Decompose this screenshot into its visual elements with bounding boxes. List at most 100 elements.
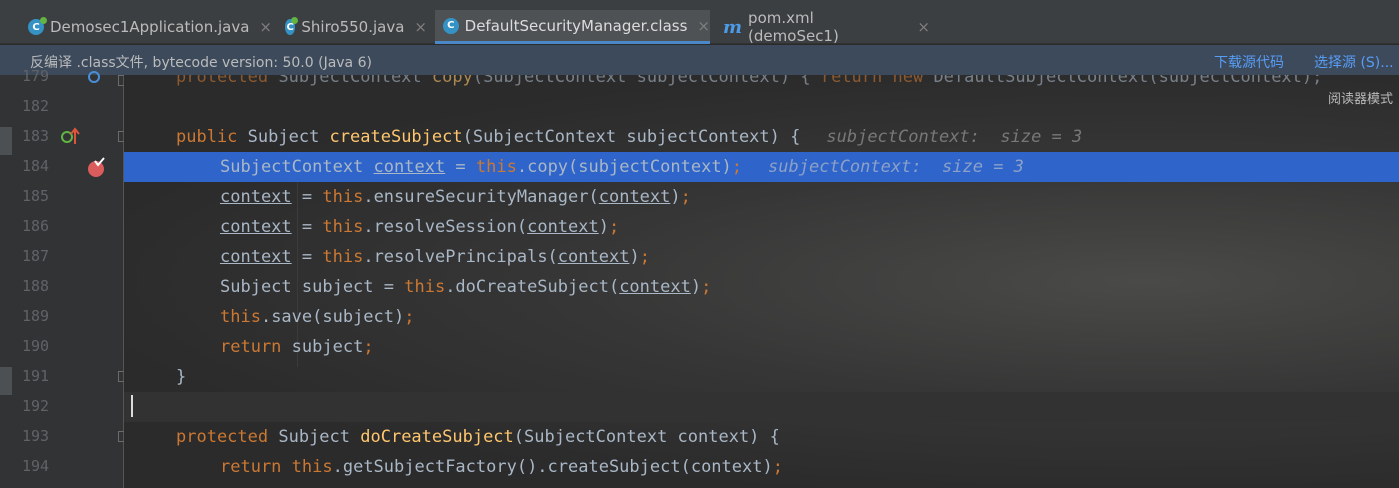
code-line-190: return subject; (124, 332, 1399, 362)
gutter-marker (0, 367, 12, 395)
code-token: return (220, 457, 292, 477)
code-token: = (291, 187, 323, 207)
code-line-192-current (124, 392, 1399, 422)
tab-defaultsecuritymanager[interactable]: C DefaultSecurityManager.class × (435, 10, 710, 44)
code-token: doCreateSubject (360, 427, 514, 447)
line-number: 194 (22, 457, 50, 475)
close-icon[interactable]: × (917, 18, 930, 36)
code-token: Subject subject = (220, 277, 405, 297)
tab-shiro550[interactable]: C Shiro550.java × (277, 10, 427, 44)
code-token: .copy(subjectContext) (516, 157, 732, 177)
code-line-186: context = this.resolveSession(context); (124, 212, 1399, 242)
code-token: (SubjectContext subjectContext) { (462, 127, 801, 147)
code-line-187: context = this.resolvePrincipals(context… (124, 242, 1399, 272)
breakpoint-icon[interactable] (86, 157, 108, 179)
class-icon: C (443, 17, 459, 34)
close-icon[interactable]: × (697, 17, 710, 35)
code-token: .ensureSecurityManager( (363, 187, 599, 207)
tab-demosec1application[interactable]: C Demosec1Application.java × (20, 10, 272, 44)
code-token: ; (772, 457, 783, 477)
code-token: .resolvePrincipals( (363, 247, 558, 267)
code-line-183: public Subject createSubject(SubjectCont… (124, 122, 1399, 152)
code-token: SubjectContext (220, 157, 374, 177)
choose-sources-link[interactable]: 选择源 (S)... (1314, 52, 1394, 72)
code-token: ) (598, 217, 609, 237)
code-token: = (291, 217, 323, 237)
code-token: return new (820, 75, 934, 87)
code-token: ; (639, 247, 650, 267)
code-token: ; (701, 277, 712, 297)
code-token: ) (629, 247, 640, 267)
class-spring-icon: C (285, 17, 299, 35)
line-number: 187 (22, 247, 50, 265)
code-token: SubjectContext (278, 75, 432, 87)
code-line-179: protected SubjectContext copy(SubjectCon… (124, 75, 1399, 92)
code-token: context (527, 217, 599, 237)
download-sources-link[interactable]: 下载源代码 (1214, 52, 1284, 72)
override-marker-icon[interactable] (86, 71, 108, 85)
tab-label: pom.xml (demoSec1) (748, 9, 839, 45)
code-token: context (220, 247, 292, 267)
code-token: context (373, 157, 446, 177)
code-token: ; (363, 337, 374, 357)
code-token: } (176, 367, 187, 387)
code-editor[interactable]: protected SubjectContext copy(SubjectCon… (124, 75, 1399, 488)
tab-pom-xml[interactable]: m pom.xml (demoSec1) × (715, 9, 930, 45)
code-token: ) (670, 187, 681, 207)
line-number: 185 (22, 187, 50, 205)
code-token: protected (176, 427, 279, 447)
code-token: context (598, 187, 671, 207)
code-token: .save(subject) (260, 307, 405, 327)
code-token: protected (176, 75, 279, 87)
debug-inline-value: subjectContext: size = 3 (826, 127, 1083, 147)
implements-override-icon[interactable] (60, 127, 82, 147)
tab-label: Demosec1Application.java (50, 18, 250, 36)
code-token: Subject (247, 127, 330, 147)
code-token: .resolveSession( (363, 217, 528, 237)
code-token: = (445, 157, 476, 177)
tab-label: DefaultSecurityManager.class (464, 16, 688, 35)
code-token: .getSubjectFactory().createSubject(conte… (332, 457, 773, 477)
debug-inline-value: subjectContext: size = 3 (768, 157, 1024, 177)
code-token: return (220, 337, 292, 357)
line-number: 191 (22, 367, 50, 385)
reader-mode-toggle[interactable]: 阅读器模式 (1328, 88, 1393, 107)
line-number: 184 (22, 157, 50, 175)
code-line-188: Subject subject = this.doCreateSubject(c… (124, 272, 1399, 302)
line-number: 192 (22, 397, 50, 415)
code-token: DefaultSubjectContext(subjectContext); (933, 75, 1323, 87)
code-token: context (220, 187, 292, 207)
line-number: 190 (22, 337, 50, 355)
code-token: this (322, 187, 364, 207)
decompiled-notice-banner: 反编译 .class文件, bytecode version: 50.0 (Ja… (0, 45, 1399, 75)
class-spring-icon: C (28, 17, 47, 35)
line-number: 188 (22, 277, 50, 295)
maven-icon: m (723, 16, 743, 38)
code-line-193: protected Subject doCreateSubject(Subjec… (124, 422, 1399, 452)
line-number: 189 (22, 307, 50, 325)
code-token: this (291, 457, 333, 477)
code-token: .doCreateSubject( (445, 277, 620, 297)
code-token: ; (609, 217, 620, 237)
code-token: this (322, 247, 364, 267)
line-number: 179 (22, 67, 50, 85)
code-token: copy (431, 75, 473, 87)
close-icon[interactable]: × (414, 18, 427, 36)
code-token: ; (404, 307, 415, 327)
code-token: context (619, 277, 691, 297)
code-token: Subject (278, 427, 361, 447)
line-number: 183 (22, 127, 50, 145)
code-token: ) (690, 277, 702, 297)
editor-tab-bar: C Demosec1Application.java × C Shiro550.… (0, 0, 1399, 45)
code-token: createSubject (329, 127, 463, 147)
close-icon[interactable]: × (259, 18, 272, 36)
text-caret (131, 395, 133, 417)
code-token: subject (291, 337, 364, 357)
code-line-194: return this.getSubjectFactory().createSu… (124, 452, 1399, 482)
code-token: context (557, 247, 630, 267)
code-token: = (291, 247, 323, 267)
code-token: (SubjectContext subjectContext) { (472, 75, 821, 87)
code-line-184-execution-point: SubjectContext context = this.copy(subje… (124, 152, 1399, 182)
code-token: public (176, 127, 248, 147)
code-token: ; (731, 157, 743, 177)
